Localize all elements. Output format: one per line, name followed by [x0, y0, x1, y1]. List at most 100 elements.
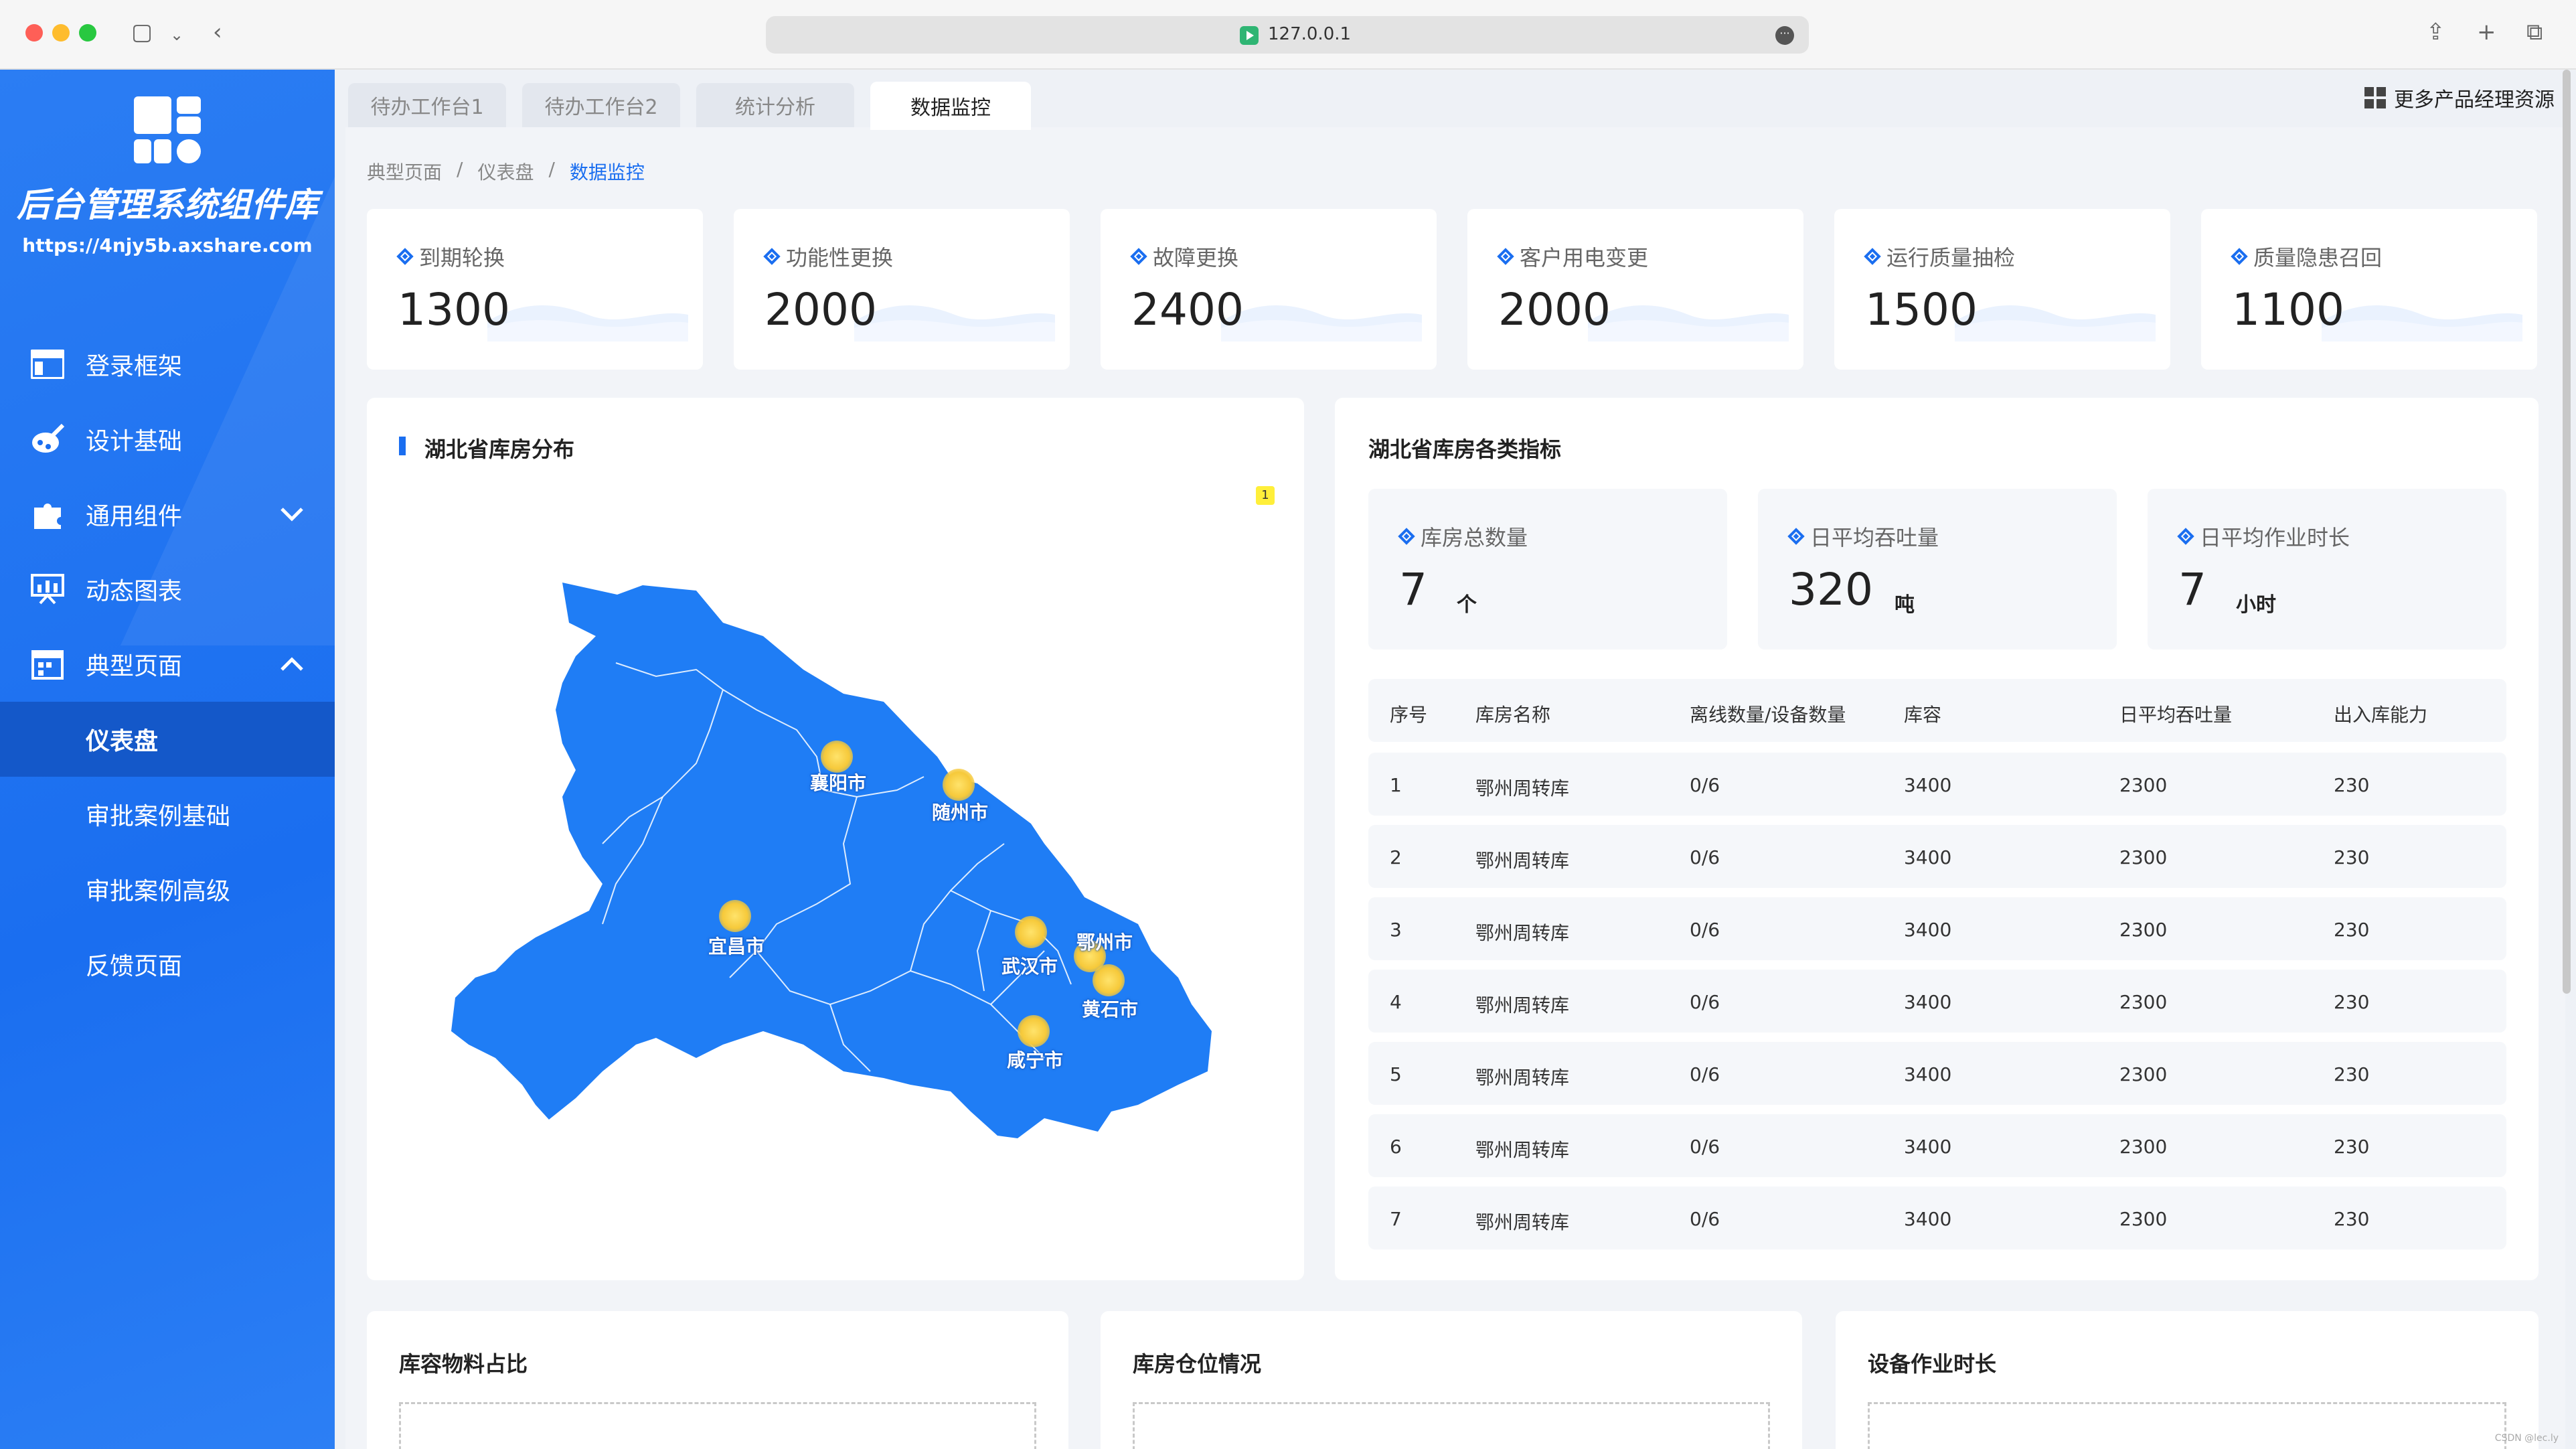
- kpi-label: 日平均作业时长: [2177, 521, 2350, 552]
- stat-card[interactable]: 质量隐患召回 1100: [2201, 209, 2537, 370]
- sidebar-subitem-label: 审批案例高级: [86, 878, 231, 905]
- kpi-card[interactable]: 日平均吞吐量 320 吨: [1758, 489, 2117, 650]
- stat-label: 客户用电变更: [1497, 241, 1648, 272]
- wave-decoration: [2322, 305, 2522, 341]
- stat-card[interactable]: 功能性更换 2000: [734, 209, 1070, 370]
- tab-overview-icon[interactable]: ⧉: [2526, 19, 2543, 46]
- kpi-card[interactable]: 日平均作业时长 7 小时: [2148, 489, 2506, 650]
- palette-icon: [31, 423, 64, 456]
- table-row[interactable]: 5 鄂州周转库 0/6 3400 2300 230: [1368, 1042, 2506, 1105]
- table-row[interactable]: 1 鄂州周转库 0/6 3400 2300 230: [1368, 753, 2506, 816]
- city-dot: [1015, 916, 1047, 948]
- city-dot: [1093, 964, 1125, 996]
- more-options-icon[interactable]: ···: [1775, 26, 1794, 45]
- table-cell: 2300: [2119, 846, 2168, 868]
- wave-decoration: [487, 305, 688, 341]
- table-cell: 0/6: [1690, 1136, 1720, 1158]
- sidebar-item-common-components[interactable]: 通用组件: [0, 477, 335, 552]
- table-row[interactable]: 3 鄂州周转库 0/6 3400 2300 230: [1368, 897, 2506, 960]
- sidebar-toggle-icon[interactable]: ▢: [131, 19, 153, 46]
- stat-label: 质量隐患召回: [2231, 241, 2382, 272]
- address-bar[interactable]: 127.0.0.1 ···: [766, 16, 1809, 54]
- table-cell: 3400: [1904, 919, 1952, 941]
- sidebar-subitem-approval-advanced[interactable]: 审批案例高级: [0, 852, 335, 927]
- stat-value: 1100: [2232, 284, 2344, 335]
- sidebar-item-label: 登录框架: [86, 353, 183, 380]
- stat-value: 1500: [1865, 284, 1978, 335]
- table-cell: 2300: [2119, 991, 2168, 1013]
- stat-label-text: 功能性更换: [786, 245, 894, 271]
- table-cell: 2300: [2119, 774, 2168, 796]
- sidebar-item-login-frame[interactable]: 登录框架: [0, 327, 335, 402]
- kpi-value: 7: [1399, 564, 1427, 615]
- site-favicon-icon: [1240, 26, 1259, 45]
- page-scrollbar[interactable]: [2563, 70, 2571, 994]
- city-dot: [943, 769, 975, 801]
- sidebar-subitem-approval-basic[interactable]: 审批案例基础: [0, 777, 335, 852]
- stat-label: 功能性更换: [763, 241, 894, 272]
- hubei-map[interactable]: 襄阳市 随州市 宜昌市 鄂州市 武汉市 黄石市 咸宁市: [442, 576, 1232, 1145]
- minimize-window-button[interactable]: [52, 24, 70, 42]
- stat-label-text: 到期轮换: [419, 245, 505, 271]
- sidebar-subitem-feedback[interactable]: 反馈页面: [0, 927, 335, 1002]
- table-cell: 2: [1390, 846, 1402, 868]
- table-cell: 鄂州周转库: [1475, 1211, 1570, 1233]
- city-label: 襄阳市: [810, 772, 867, 794]
- puzzle-icon: [31, 498, 64, 531]
- city-label: 宜昌市: [708, 935, 765, 958]
- presentation-chart-icon: [31, 573, 64, 606]
- grid-icon: [2364, 87, 2386, 108]
- table-row[interactable]: 6 鄂州周转库 0/6 3400 2300 230: [1368, 1114, 2506, 1177]
- stat-label-text: 运行质量抽检: [1886, 245, 2016, 271]
- breadcrumb-item[interactable]: 仪表盘: [477, 158, 534, 185]
- city-label: 黄石市: [1082, 998, 1139, 1020]
- sidebar-item-dynamic-charts[interactable]: 动态图表: [0, 552, 335, 627]
- sidebar-item-label: 动态图表: [86, 578, 183, 605]
- chart-placeholder: [1133, 1402, 1770, 1449]
- back-icon[interactable]: ‹: [213, 19, 222, 46]
- sidebar-subitem-dashboard[interactable]: 仪表盘: [0, 702, 335, 777]
- table-cell: 230: [2334, 1063, 2370, 1085]
- sidebar-item-label: 通用组件: [86, 503, 183, 530]
- stat-card[interactable]: 运行质量抽检 1500: [1834, 209, 2170, 370]
- sidebar-item-label: 典型页面: [86, 653, 183, 680]
- stat-card[interactable]: 客户用电变更 2000: [1467, 209, 1803, 370]
- new-tab-icon[interactable]: +: [2477, 19, 2496, 46]
- column-header: 日平均吞吐量: [2119, 704, 2233, 726]
- column-header: 库房名称: [1475, 704, 1551, 726]
- diamond-icon: [1497, 248, 1514, 265]
- stat-card[interactable]: 故障更换 2400: [1101, 209, 1437, 370]
- column-header: 出入库能力: [2334, 704, 2428, 726]
- tab-todo-1[interactable]: 待办工作台1: [348, 83, 506, 127]
- city-label: 武汉市: [1001, 956, 1058, 978]
- chevron-down-icon[interactable]: ⌄: [170, 25, 183, 44]
- diamond-icon: [1864, 248, 1881, 265]
- more-resources-link[interactable]: 更多产品经理资源: [2364, 83, 2555, 112]
- sidebar-item-label: 设计基础: [86, 428, 183, 455]
- table-row[interactable]: 2 鄂州周转库 0/6 3400 2300 230: [1368, 825, 2506, 888]
- stat-card[interactable]: 到期轮换 1300: [367, 209, 703, 370]
- kpi-value: 320: [1789, 564, 1873, 615]
- table-cell: 230: [2334, 919, 2370, 941]
- map-marker-badge[interactable]: 1: [1256, 486, 1275, 505]
- tab-todo-2[interactable]: 待办工作台2: [522, 83, 680, 127]
- wave-decoration: [1955, 305, 2156, 341]
- tab-statistics[interactable]: 统计分析: [696, 83, 854, 127]
- table-cell: 3400: [1904, 991, 1952, 1013]
- table-cell: 鄂州周转库: [1475, 1139, 1570, 1161]
- table-row[interactable]: 7 鄂州周转库 0/6 3400 2300 230: [1368, 1187, 2506, 1249]
- sidebar-item-typical-pages[interactable]: 典型页面: [0, 627, 335, 702]
- kpi-card[interactable]: 库房总数量 7 个: [1368, 489, 1727, 650]
- share-icon[interactable]: ⇪: [2426, 19, 2445, 46]
- close-window-button[interactable]: [25, 24, 43, 42]
- bottom-panel-title: 库容物料占比: [399, 1351, 528, 1377]
- layout-icon: [31, 348, 64, 381]
- table-row[interactable]: 4 鄂州周转库 0/6 3400 2300 230: [1368, 970, 2506, 1033]
- breadcrumb: 典型页面 / 仪表盘 / 数据监控: [367, 158, 645, 185]
- tab-data-monitor[interactable]: 数据监控: [870, 82, 1031, 130]
- brand-url[interactable]: https://4njy5b.axshare.com: [0, 234, 335, 256]
- maximize-window-button[interactable]: [79, 24, 96, 42]
- sidebar-item-design-basics[interactable]: 设计基础: [0, 402, 335, 477]
- breadcrumb-item[interactable]: 典型页面: [367, 158, 442, 185]
- stat-label-text: 故障更换: [1153, 245, 1239, 271]
